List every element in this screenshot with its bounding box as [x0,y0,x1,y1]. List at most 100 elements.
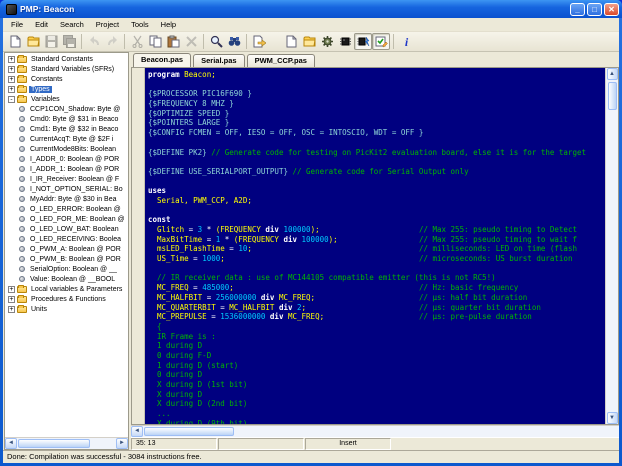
code-line: X during D [148,389,203,399]
debug-chip-icon [357,36,369,47]
code-line: MC_FREQ = 485000; // Hz: basic frequency [148,283,519,293]
expand-icon[interactable]: + [8,305,15,313]
expand-icon[interactable]: + [8,55,15,63]
expand-icon[interactable]: + [8,75,15,83]
tree-item-cmd1[interactable]: Cmd1: Byte @ $32 in Beaco [5,124,128,134]
editor-hscroll-thumb[interactable] [144,427,234,436]
debug-chip-button[interactable] [354,33,372,50]
tree-item-myaddr[interactable]: MyAddr: Byte @ $30 in Bea [5,194,128,204]
new-project-button[interactable] [282,33,300,50]
tree-item-o-led-error[interactable]: O_LED_ERROR: Boolean @ [5,204,128,214]
tree-item-procedures-functions[interactable]: + Procedures & Functions [5,294,128,304]
paste-button[interactable] [164,33,182,50]
tab-beacon-pas[interactable]: Beacon.pas [133,53,192,67]
scroll-up-icon[interactable]: ▲ [606,68,618,80]
tree-item-o-led-low-bat[interactable]: O_LED_LOW_BAT: Boolean [5,224,128,234]
tree-item-label: SerialOption: Boolean @ __ [30,265,117,273]
expand-icon[interactable]: + [8,285,15,293]
expand-icon[interactable]: + [8,85,15,93]
save-all-button[interactable] [60,33,78,50]
toolbar: i [3,32,619,52]
tree-item-o-led-receiving[interactable]: O_LED_RECEIVING: Boolea [5,234,128,244]
tree-horizontal-scrollbar[interactable]: ◄ ► [5,437,128,449]
tab-serial-pas[interactable]: Serial.pas [193,54,245,67]
tree-item-variables[interactable]: - Variables [5,94,128,104]
save-button[interactable] [42,33,60,50]
cut-icon [132,35,142,48]
export-button[interactable] [250,33,268,50]
folder-icon [17,94,27,103]
menu-tools[interactable]: Tools [125,19,155,30]
scroll-left-icon[interactable]: ◄ [131,426,143,437]
editor-tabs: Beacon.pas Serial.pas PWM_CCP.pas [131,52,619,67]
variable-icon [19,116,25,122]
scroll-left-icon[interactable]: ◄ [5,438,17,449]
verify-button[interactable] [372,33,390,50]
tree-hscroll-thumb[interactable] [18,439,90,448]
tree-item-units[interactable]: + Units [5,304,128,314]
find-next-button[interactable] [225,33,243,50]
editor-horizontal-scrollbar[interactable]: ◄ [131,425,619,437]
tree-item-cmd0[interactable]: Cmd0: Byte @ $31 in Beaco [5,114,128,124]
scroll-right-icon[interactable]: ► [116,438,128,449]
compile-button[interactable] [318,33,336,50]
menu-help[interactable]: Help [155,19,182,30]
find-button[interactable] [207,33,225,50]
menu-edit[interactable]: Edit [29,19,54,30]
tree-item-o-pwm-b[interactable]: O_PWM_B: Boolean @ POR [5,254,128,264]
tree-item-label: I_ADDR_0: Boolean @ POR [30,155,120,163]
tab-pwm_ccp-pas[interactable]: PWM_CCP.pas [246,54,315,67]
tree-item-i-ir-receiver[interactable]: I_IR_Receiver: Boolean @ F [5,174,128,184]
editor-vertical-scrollbar[interactable]: ▲ ▼ [605,68,618,424]
symbol-tree[interactable]: + Standard Constants + Standard Variables (… [5,53,128,437]
delete-icon [185,36,197,47]
tree-item-currentacqt[interactable]: CurrentAcqT: Byte @ $2F i [5,134,128,144]
editor-gutter[interactable] [132,68,145,424]
delete-button[interactable] [182,33,200,50]
tree-item-label: MyAddr: Byte @ $30 in Bea [30,195,117,203]
minimize-button[interactable]: _ [570,2,585,16]
code-editor[interactable]: program Beacon; {$PROCESSOR PIC16F690 }{… [145,68,605,424]
variable-icon [19,196,25,202]
editor-vscroll-thumb[interactable] [607,82,617,110]
open-project-button[interactable] [300,33,318,50]
tree-item-types[interactable]: + Types [5,84,128,94]
tree-item-o-pwm-a[interactable]: O_PWM_A: Boolean @ POR [5,244,128,254]
tree-item-standard-variables-sfrs-[interactable]: + Standard Variables (SFRs) [5,64,128,74]
tree-item-currentmode8bits[interactable]: CurrentMode8Bits: Boolean [5,144,128,154]
redo-button[interactable] [103,33,121,50]
expand-icon[interactable]: + [8,65,15,73]
tree-item-o-led-for-me[interactable]: O_LED_FOR_ME: Boolean @ [5,214,128,224]
maximize-button[interactable]: □ [587,2,602,16]
tree-item-value[interactable]: Value: Boolean @ __BOOL [5,274,128,284]
menu-file[interactable]: File [5,19,29,30]
tree-item-i-not-option-serial[interactable]: I_NOT_OPTION_SERIAL: Bo [5,184,128,194]
info-button[interactable]: i [397,33,415,50]
program-chip-button[interactable] [336,33,354,50]
code-line: X during D (2nd bit) [148,399,248,409]
collapse-icon[interactable]: - [8,95,15,103]
new-file-button[interactable] [6,33,24,50]
copy-button[interactable] [146,33,164,50]
open-file-button[interactable] [24,33,42,50]
menu-search[interactable]: Search [54,19,90,30]
undo-button[interactable] [85,33,103,50]
menu-project[interactable]: Project [90,19,125,30]
tree-item-constants[interactable]: + Constants [5,74,128,84]
tree-item-local-variables-parameters[interactable]: + Local variables & Parameters [5,284,128,294]
title-bar[interactable]: PMP: Beacon _ □ ✕ [0,0,622,18]
scroll-down-icon[interactable]: ▼ [606,412,618,424]
compile-icon [321,36,333,47]
tree-item-standard-constants[interactable]: + Standard Constants [5,54,128,64]
close-button[interactable]: ✕ [604,2,619,16]
client-area: File Edit Search Project Tools Help i + Standa… [3,18,619,463]
tree-item-i-addr-1[interactable]: I_ADDR_1: Boolean @ POR [5,164,128,174]
open-file-icon [27,36,40,47]
cut-button[interactable] [128,33,146,50]
expand-icon[interactable]: + [8,295,15,303]
code-line: msLED_FlashTime = 10; // milliseconds: L… [148,244,577,254]
tree-item-ccp1con-shadow[interactable]: CCP1CON_Shadow: Byte @ [5,104,128,114]
tree-item-serialoption[interactable]: SerialOption: Boolean @ __ [5,264,128,274]
tree-item-i-addr-0[interactable]: I_ADDR_0: Boolean @ POR [5,154,128,164]
